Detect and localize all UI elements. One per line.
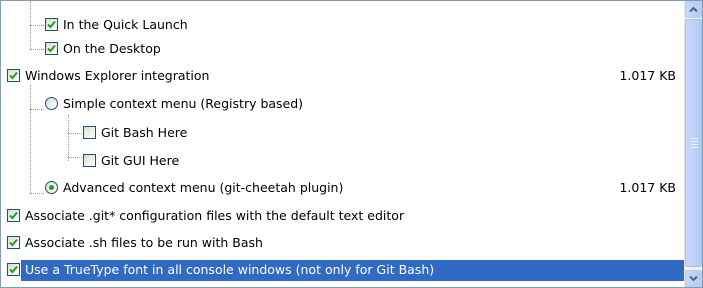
component-label: In the Quick Launch <box>63 17 188 32</box>
component-label: Windows Explorer integration <box>25 68 210 83</box>
scrollbar-thumb[interactable] <box>685 19 702 267</box>
checkbox-checked[interactable] <box>7 236 20 249</box>
checkbox-checked[interactable] <box>45 18 58 31</box>
checkbox-checked[interactable] <box>7 263 20 276</box>
component-size: 1.017 KB <box>619 180 676 195</box>
component-row-truetype-font[interactable]: Use a TrueType font in all console windo… <box>1 258 684 282</box>
component-row-associate-git-config[interactable]: Associate .git* configuration files with… <box>1 204 684 228</box>
component-tree: In the Quick Launch On the Desktop Windo… <box>1 1 684 287</box>
component-label: Use a TrueType font in all console windo… <box>23 261 437 279</box>
radio-unchecked[interactable] <box>45 97 58 110</box>
thumb-grip <box>691 147 698 148</box>
component-row-explorer-integration[interactable]: Windows Explorer integration 1.017 KB <box>1 64 684 88</box>
thumb-grip <box>691 138 698 139</box>
checkbox-unchecked[interactable] <box>83 126 96 139</box>
component-label: On the Desktop <box>63 41 161 56</box>
component-row-simple-context-menu[interactable]: Simple context menu (Registry based) <box>1 92 684 116</box>
checkbox-unchecked[interactable] <box>83 154 96 167</box>
radio-checked[interactable] <box>45 181 58 194</box>
component-row-git-gui-here[interactable]: Git GUI Here <box>1 149 684 173</box>
component-row-quick-launch[interactable]: In the Quick Launch <box>1 13 684 37</box>
chevron-up-icon <box>689 6 698 13</box>
component-label: Git Bash Here <box>101 125 188 140</box>
checkbox-checked[interactable] <box>7 209 20 222</box>
component-label: Simple context menu (Registry based) <box>63 96 304 111</box>
thumb-grip <box>691 141 698 142</box>
radio-dot-icon <box>49 185 54 190</box>
component-row-desktop[interactable]: On the Desktop <box>1 37 684 61</box>
component-list[interactable]: In the Quick Launch On the Desktop Windo… <box>0 0 703 288</box>
scroll-up-button[interactable] <box>685 1 702 18</box>
component-row-git-bash-here[interactable]: Git Bash Here <box>1 121 684 145</box>
thumb-grip <box>691 144 698 145</box>
component-row-associate-sh[interactable]: Associate .sh files to be run with Bash <box>1 231 684 255</box>
component-label: Associate .sh files to be run with Bash <box>25 235 263 250</box>
checkbox-checked[interactable] <box>45 42 58 55</box>
vertical-scrollbar[interactable] <box>684 1 702 287</box>
component-label: Advanced context menu (git-cheetah plugi… <box>63 180 344 195</box>
component-label: Associate .git* configuration files with… <box>25 208 405 223</box>
component-row-advanced-context-menu[interactable]: Advanced context menu (git-cheetah plugi… <box>1 176 684 200</box>
component-label: Git GUI Here <box>101 153 180 168</box>
scroll-down-button[interactable] <box>685 270 702 287</box>
checkbox-checked[interactable] <box>7 69 20 82</box>
component-size: 1.017 KB <box>619 68 676 83</box>
chevron-down-icon <box>689 275 698 282</box>
